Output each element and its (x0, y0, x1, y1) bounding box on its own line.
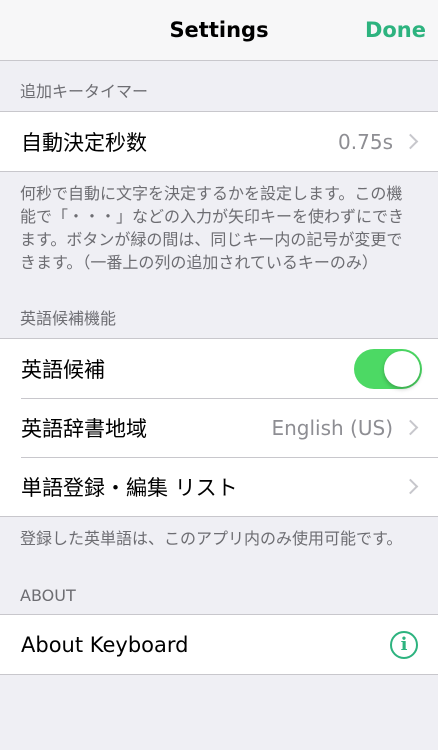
chevron-right-icon (402, 133, 419, 150)
word-registration-list-row[interactable]: 単語登録・編集 リスト (0, 457, 438, 516)
row-label: 単語登録・編集 リスト (21, 475, 238, 500)
row-value: English (US) (271, 415, 393, 440)
english-candidates-toggle[interactable] (354, 348, 422, 389)
row-label: 英語候補 (21, 357, 105, 382)
section-footer-additional-keys: 何秒で自動に文字を決定するかを設定します。この機能で「・・・」などの入力が矢印キ… (20, 184, 405, 272)
row-value: 0.75s (338, 129, 393, 154)
toggle-knob (384, 350, 420, 387)
group-additional-keys: 自動決定秒数 0.75s (0, 111, 438, 172)
about-keyboard-row[interactable]: About Keyboard i (0, 615, 438, 674)
group-english: 英語候補 英語辞書地域 English (US) 単語登録・編集 リスト (0, 338, 438, 517)
row-label: 自動決定秒数 (21, 130, 147, 155)
done-button[interactable]: Done (365, 0, 426, 61)
chevron-right-icon (402, 419, 419, 436)
row-label: About Keyboard (21, 632, 189, 657)
section-header-english: 英語候補機能 (20, 309, 117, 328)
row-label: 英語辞書地域 (21, 416, 147, 441)
english-dictionary-region-row[interactable]: 英語辞書地域 English (US) (0, 398, 438, 457)
auto-confirm-seconds-row[interactable]: 自動決定秒数 0.75s (0, 112, 438, 171)
navigation-bar: Settings Done (0, 0, 438, 61)
chevron-right-icon (402, 478, 419, 495)
group-about: About Keyboard i (0, 614, 438, 675)
section-header-about: ABOUT (20, 586, 76, 605)
section-header-additional-keys: 追加キータイマー (20, 82, 149, 101)
english-candidates-row: 英語候補 (0, 339, 438, 398)
section-footer-english: 登録した英単語は、このアプリ内のみ使用可能です。 (20, 529, 403, 548)
info-icon[interactable]: i (390, 630, 418, 659)
